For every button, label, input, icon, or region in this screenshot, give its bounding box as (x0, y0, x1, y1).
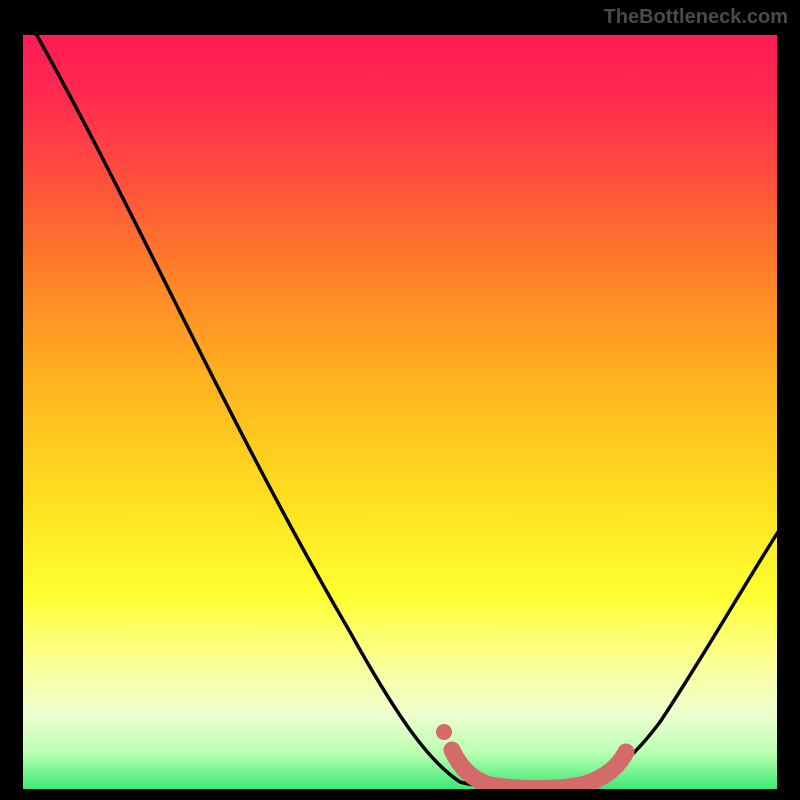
chart-container (20, 32, 780, 792)
background-gradient (20, 32, 780, 792)
watermark-text: TheBottleneck.com (604, 6, 788, 29)
